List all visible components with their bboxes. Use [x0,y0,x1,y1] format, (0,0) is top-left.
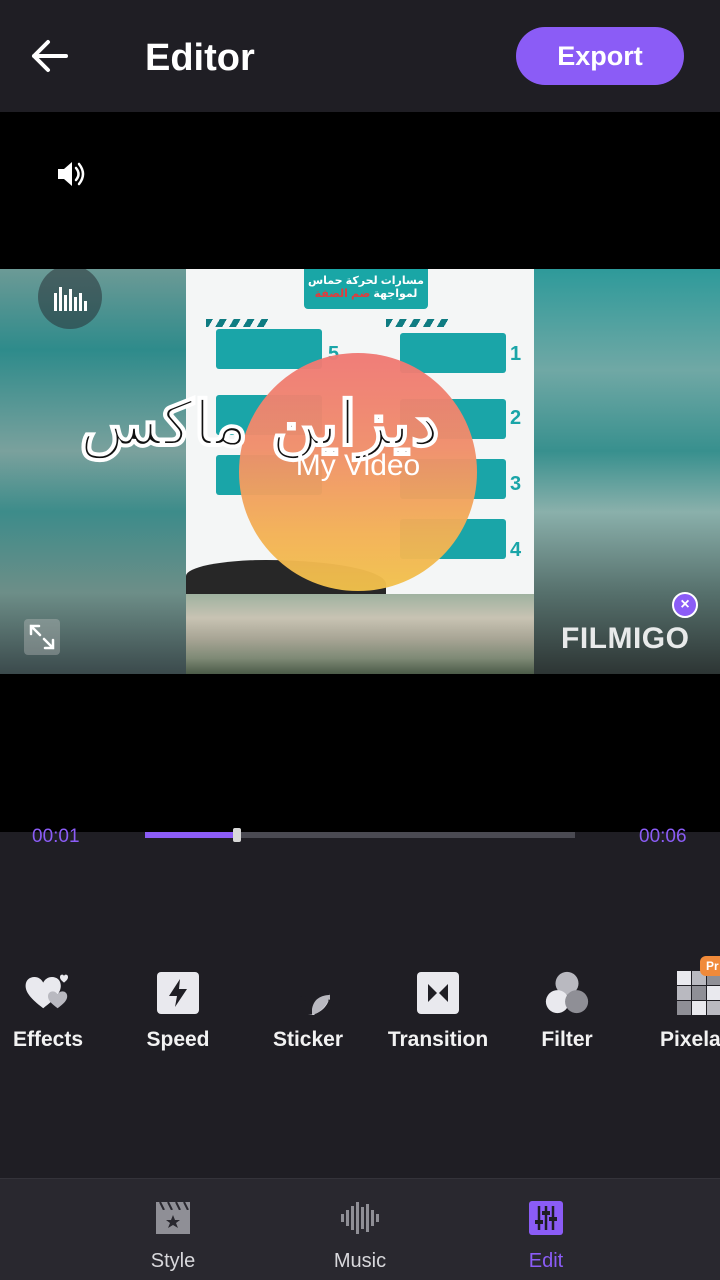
poster-title-text: لمواجهة [373,288,418,300]
poster-title-line1: مسارات لحركة حماس [308,275,424,287]
video-player[interactable]: مسارات لحركة حماس لمواجهة ضم الضفة 1 2 3… [0,112,720,832]
tool-speed[interactable]: Speed [113,960,243,1060]
tool-label: Transition [387,1028,489,1051]
poster-number: 3 [510,473,522,495]
poster-number: 1 [510,343,522,365]
tool-transition[interactable]: Transition [373,960,503,1060]
city-photo [186,594,534,674]
clapperboard-icon [153,1199,193,1237]
nav-label: Music [333,1250,387,1272]
poster-tile [400,333,506,373]
hearts-icon [24,970,72,1016]
tool-filter[interactable]: Filter [502,960,632,1060]
tool-label: Pixelat [660,1028,720,1051]
volume-icon[interactable] [52,158,92,190]
filter-circles-icon [543,970,591,1016]
poster-title: مسارات لحركة حماس لمواجهة ضم الضفة [304,269,428,309]
page-title: Editor [145,37,255,79]
brand-watermark: FILMIGO [561,622,690,655]
current-time: 00:01 [32,826,80,847]
pro-badge: Pr [700,956,720,976]
tool-sticker[interactable]: Sticker [243,960,373,1060]
total-time: 00:06 [639,826,687,847]
transition-icon [414,970,462,1016]
edit-tools-row: Effects Speed Sticker Transition Filter … [0,956,720,1070]
nav-music[interactable]: Music [290,1179,430,1280]
tool-label: Sticker [272,1028,344,1051]
export-button[interactable]: Export [516,27,684,85]
nav-edit[interactable]: Edit [476,1179,616,1280]
nav-label: Edit [528,1250,564,1272]
top-bar: Editor Export [0,0,720,112]
back-arrow-icon[interactable] [28,36,72,76]
poster-title-line2: لمواجهة ضم الضفة [304,288,428,301]
timeline-progress [145,832,238,838]
decor-stripes [386,319,450,327]
decor-stripes [206,319,270,327]
fullscreen-button[interactable] [24,619,60,655]
tool-pixelate[interactable]: Pr Pixelat [632,956,720,1060]
bottom-navigation: Style Music Edit [0,1178,720,1280]
tool-label: Effects [12,1028,84,1051]
expand-icon [29,624,55,650]
sliders-icon [526,1199,566,1237]
sticker-icon [284,970,332,1016]
close-icon: × [680,596,690,613]
pixelate-icon [675,970,720,1016]
poster-tile [216,329,322,369]
tool-label: Speed [146,1028,210,1051]
blurred-background-left [0,269,186,674]
lightning-icon [154,970,202,1016]
tool-effects[interactable]: Effects [0,960,113,1060]
poster-number: 4 [510,539,522,561]
video-frame: مسارات لحركة حماس لمواجهة ضم الضفة 1 2 3… [0,269,720,674]
nav-style[interactable]: Style [103,1179,243,1280]
poster-title-red: ضم الضفة [314,288,371,300]
timeline-scrubber[interactable] [145,828,575,842]
poster-number: 2 [510,407,522,429]
nav-label: Style [150,1250,196,1272]
video-title-overlay[interactable]: My Video [239,449,477,483]
waveform-icon [340,1199,380,1237]
remove-watermark-button[interactable]: × [672,592,698,618]
tool-label: Filter [541,1028,593,1051]
equalizer-icon [54,287,87,311]
timeline-thumb[interactable] [233,828,242,842]
